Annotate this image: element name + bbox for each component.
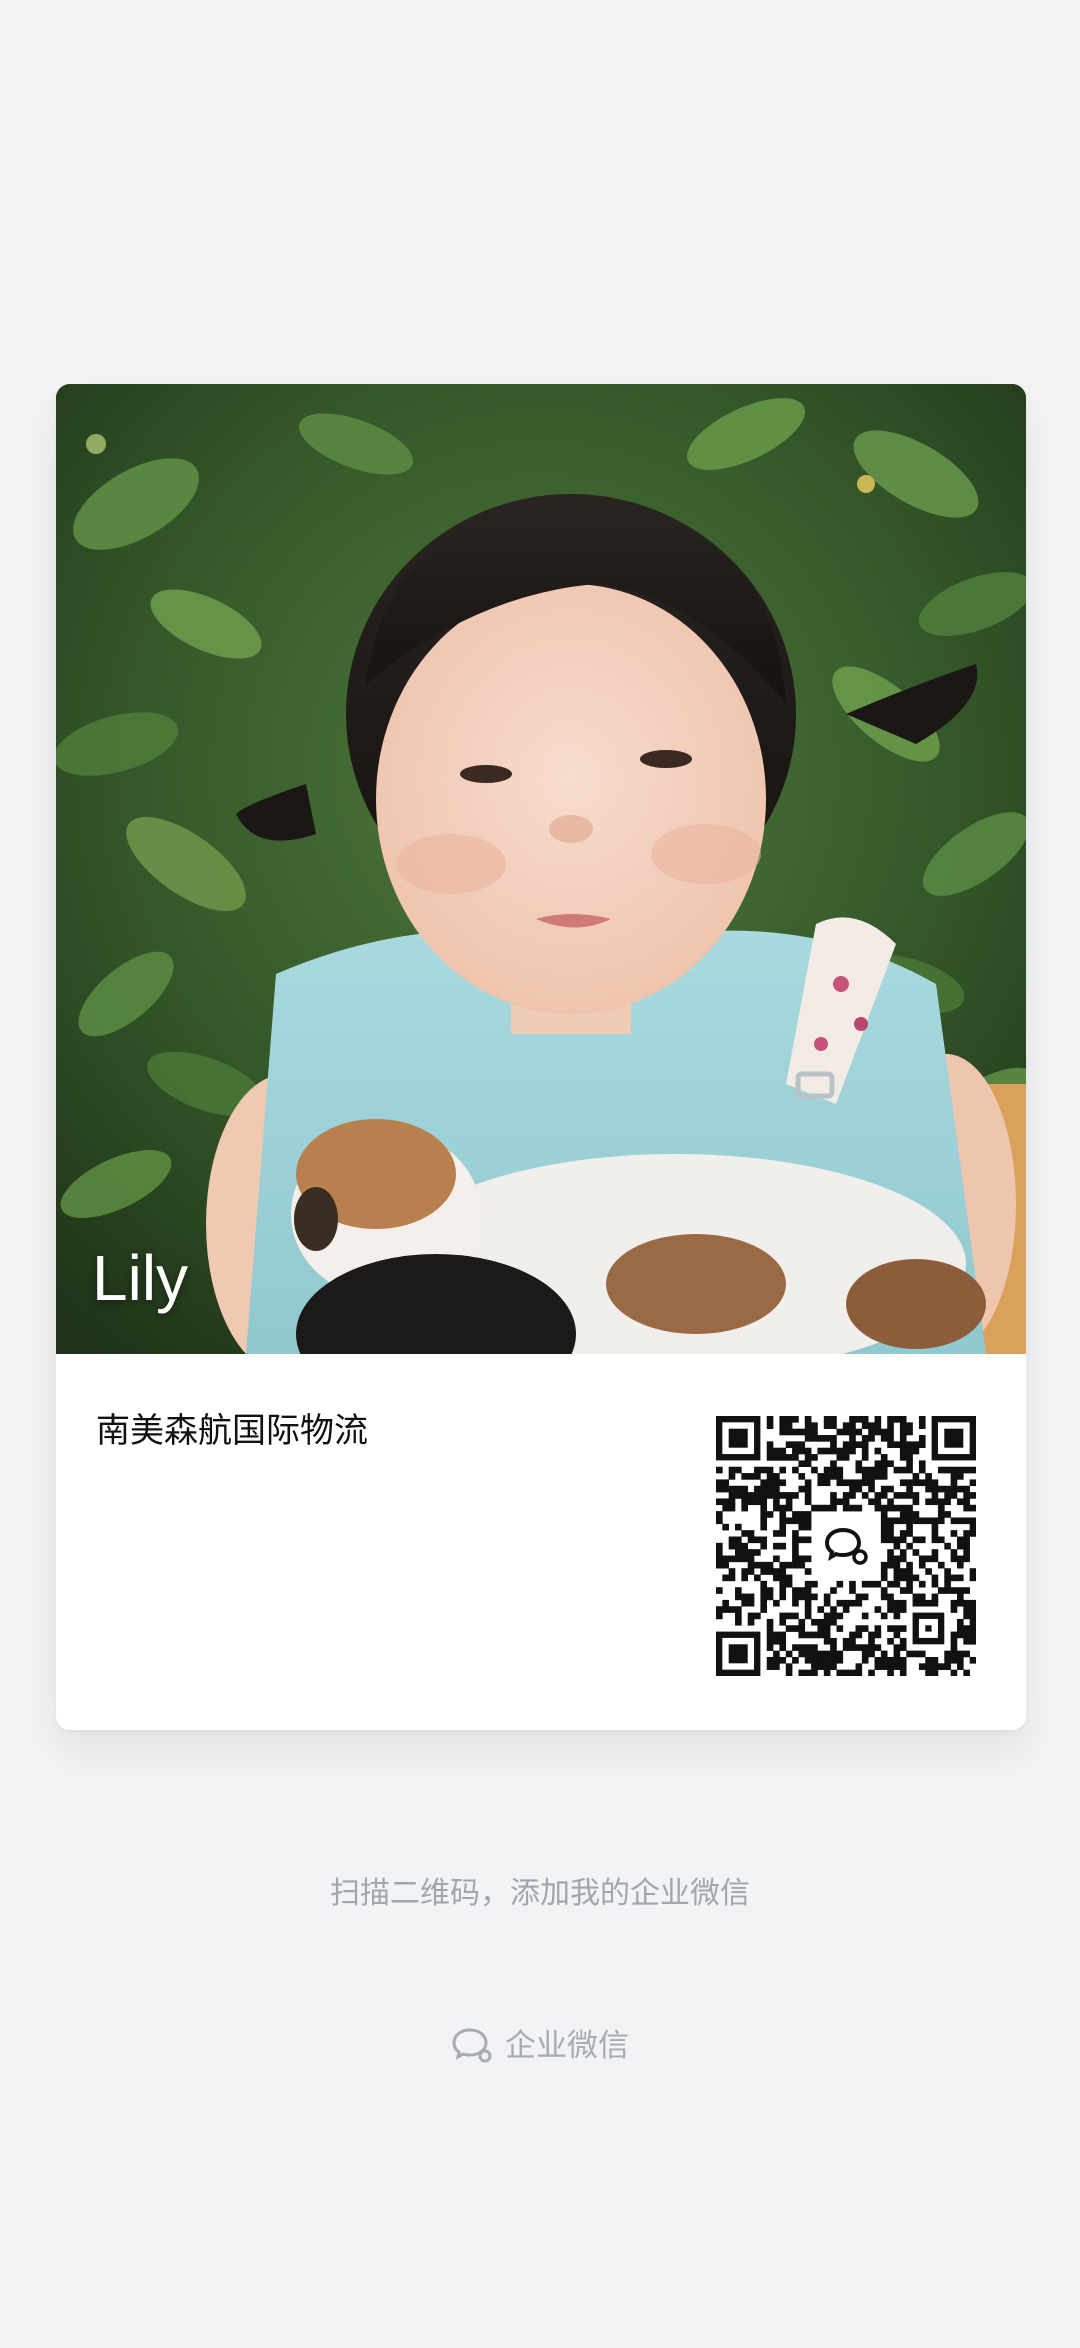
profile-photo-image <box>56 384 1026 1354</box>
wecom-brand-label: 企业微信 <box>505 2028 629 2064</box>
contact-qr-page: Lily 南美森航国际物流 扫描二维码，添加我的企业微信 企业微信 <box>0 0 1080 2348</box>
qr-code-image <box>716 1416 976 1676</box>
contact-card: Lily 南美森航国际物流 <box>56 384 1026 1730</box>
wecom-logo-icon <box>816 1516 876 1576</box>
scan-hint: 扫描二维码，添加我的企业微信 <box>330 1876 750 1911</box>
profile-photo: Lily <box>56 384 1026 1354</box>
wecom-logo-icon <box>451 2026 495 2066</box>
wecom-brand: 企业微信 <box>0 2024 1080 2068</box>
qr-code <box>716 1416 976 1676</box>
company-name: 南美森航国际物流 <box>96 1411 368 1451</box>
contact-name: Lily <box>92 1242 189 1314</box>
